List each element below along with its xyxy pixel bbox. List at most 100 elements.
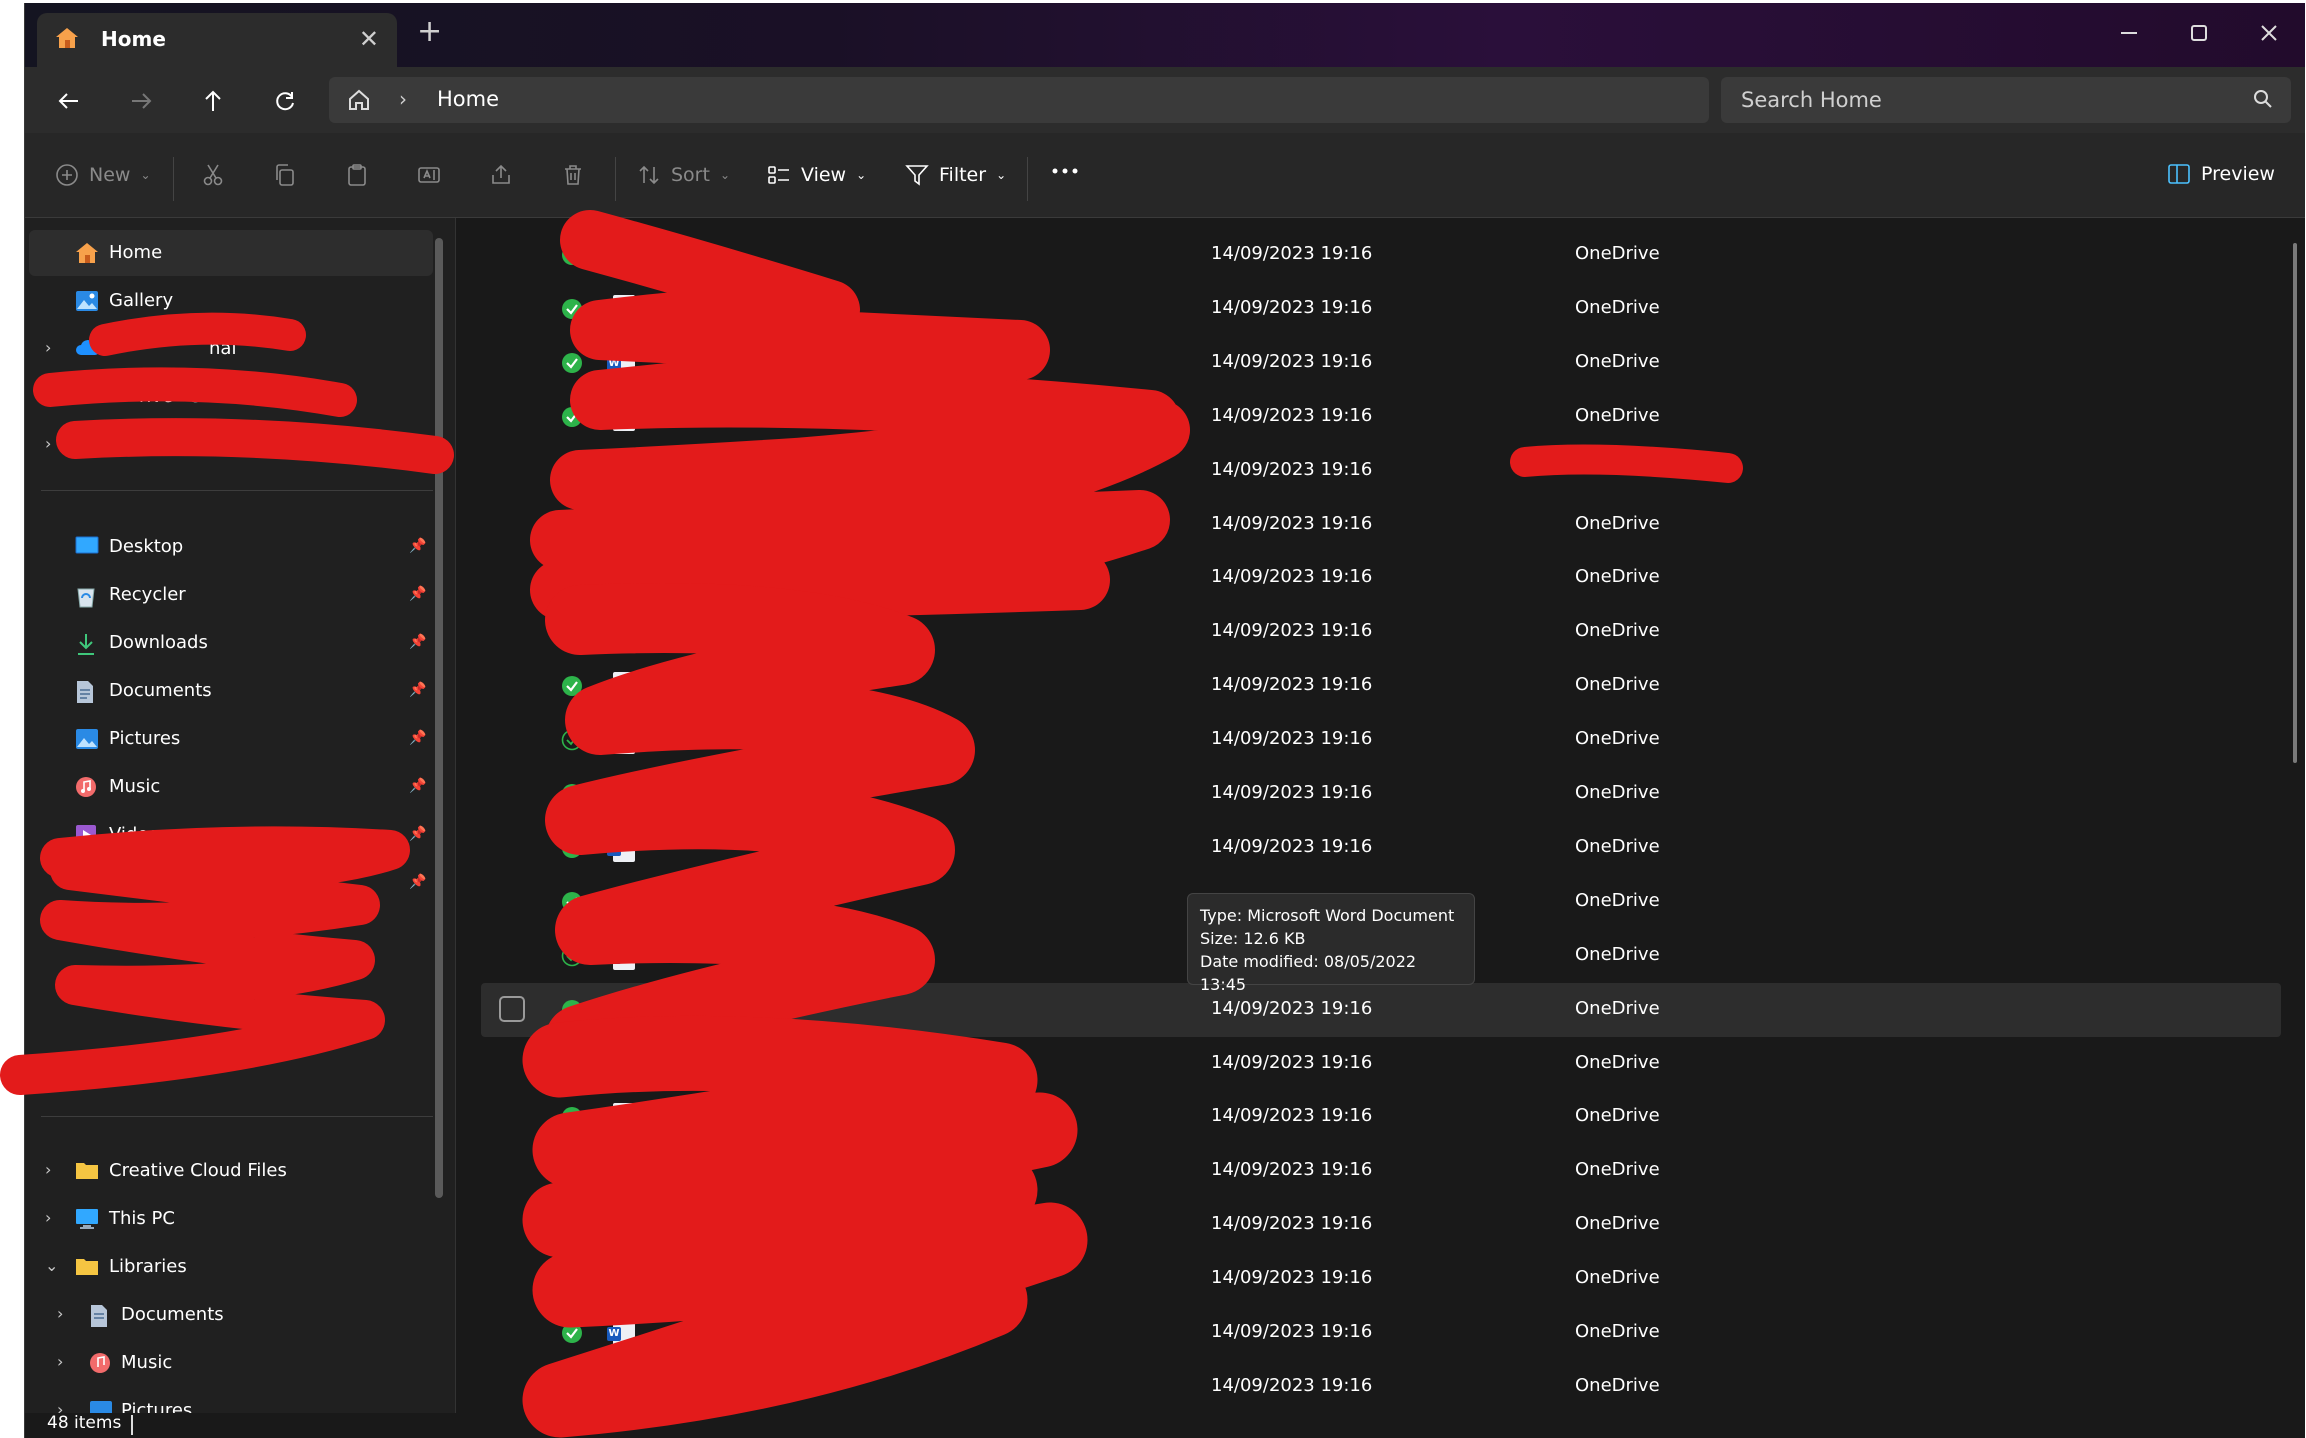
- pin-icon[interactable]: 📌: [409, 826, 426, 842]
- close-tab-icon[interactable]: ✕: [359, 25, 379, 53]
- table-row[interactable]: W 14/09/2023 19:16 OneDrive: [481, 659, 2281, 713]
- toolbar-divider: [1027, 157, 1028, 201]
- date-modified: 14/09/2023 19:16: [1211, 728, 1373, 750]
- table-row[interactable]: W 14/09/2023 19:16 OneDrive: [481, 767, 2281, 821]
- sidebar-item-onedrive-school[interactable]: rive - stu.suda.ed: [29, 374, 433, 420]
- sidebar-item-lib-documents[interactable]: › Documents: [29, 1292, 433, 1338]
- chevron-right-icon[interactable]: ›: [45, 1208, 51, 1227]
- pin-icon[interactable]: 📌: [409, 778, 426, 794]
- file-location: OneDrive: [1575, 512, 1660, 534]
- sidebar-item-libraries[interactable]: ⌄ Libraries: [29, 1244, 433, 1290]
- sidebar-item-creative-cloud[interactable]: › Creative Cloud Files: [29, 1148, 433, 1194]
- table-row[interactable]: W 14/09/2023 19:16 OneDrive: [481, 713, 2281, 767]
- maximize-button[interactable]: [2179, 15, 2219, 51]
- copy-button[interactable]: [273, 163, 297, 187]
- music-icon: [89, 1352, 113, 1374]
- pin-icon[interactable]: 📌: [409, 538, 426, 554]
- sidebar-item-pictures[interactable]: Pictures 📌: [29, 716, 433, 762]
- table-row[interactable]: W 14/09/2023 19:16: [481, 444, 2281, 498]
- sidebar-item-music[interactable]: Music 📌: [29, 764, 433, 810]
- word-file-icon: W: [607, 1319, 635, 1347]
- table-row[interactable]: W 14/09/2023 19:16 OneDrive: [481, 282, 2281, 336]
- file-list-scrollbar[interactable]: [2293, 243, 2297, 763]
- chevron-right-icon[interactable]: ›: [45, 338, 51, 357]
- pin-icon[interactable]: 📌: [409, 634, 426, 650]
- delete-button[interactable]: [561, 163, 585, 187]
- pin-icon[interactable]: 📌: [409, 682, 426, 698]
- new-button[interactable]: New ⌄: [55, 163, 151, 187]
- sidebar-item-home[interactable]: Home: [29, 230, 433, 276]
- table-row[interactable]: W 14/09/2023 19:16 OneDrive: [481, 390, 2281, 444]
- sidebar-item-lib-music[interactable]: › Music: [29, 1340, 433, 1386]
- chevron-down-icon[interactable]: ⌄: [45, 1256, 58, 1275]
- sidebar-item-downloads[interactable]: Downloads 📌: [29, 620, 433, 666]
- new-tab-button[interactable]: +: [417, 17, 442, 47]
- close-window-button[interactable]: [2249, 15, 2289, 51]
- sidebar-item-desktop[interactable]: Desktop 📌: [29, 524, 433, 570]
- up-button[interactable]: [197, 85, 229, 117]
- sidebar-item-documents[interactable]: Documents 📌: [29, 668, 433, 714]
- home-icon[interactable]: [347, 88, 371, 116]
- chevron-right-icon[interactable]: ›: [45, 1160, 51, 1179]
- table-row[interactable]: P 14/09/2023 19:16 OneDrive: [481, 1144, 2281, 1198]
- file-location: OneDrive: [1575, 1321, 1660, 1342]
- view-button[interactable]: View ⌄: [767, 163, 866, 187]
- sidebar-item-onedrive[interactable]: › nal: [29, 326, 433, 372]
- rename-button[interactable]: [417, 163, 441, 187]
- address-bar[interactable]: › Home: [329, 77, 1709, 123]
- table-row[interactable]: W 14/09/2023 19:16 OneDrive: [481, 336, 2281, 390]
- table-row[interactable]: W 14/09/2023 19:16 OneDrive: [481, 551, 2281, 605]
- chevron-right-icon[interactable]: ›: [57, 1304, 63, 1323]
- sidebar-item-folder[interactable]: [29, 956, 433, 1002]
- table-row[interactable]: Wx 14/09/2023 19:16 OneDrive: [481, 228, 2281, 282]
- pin-icon[interactable]: 📌: [409, 586, 426, 602]
- cut-button[interactable]: [201, 163, 225, 187]
- table-row[interactable]: W 14/09/2023 19:16 OneDrive: [481, 1360, 2281, 1413]
- pin-icon[interactable]: 📌: [409, 874, 426, 890]
- table-row[interactable]: W 14/09/2023 19:16 OneDrive: [481, 1252, 2281, 1306]
- more-options-button[interactable]: [1051, 167, 1079, 175]
- sidebar-item-sharepoint[interactable]: › o Sh: [29, 422, 433, 468]
- sidebar-item-recycler[interactable]: Recycler 📌: [29, 572, 433, 618]
- table-row[interactable]: W 14/09/2023 19:16 OneDrive: [481, 1306, 2281, 1360]
- sidebar-item-gallery[interactable]: Gallery: [29, 278, 433, 324]
- table-row[interactable]: W 14/09/2023 19:16 OneDrive: [481, 498, 2281, 552]
- sidebar-item-this-pc[interactable]: › This PC: [29, 1196, 433, 1242]
- table-row[interactable]: W 14/09/2023 19:16 OneDrive: [481, 1198, 2281, 1252]
- word-file-icon: W: [607, 402, 635, 431]
- sidebar-item-videos[interactable]: Videos 📌: [29, 812, 433, 858]
- table-row[interactable]: W 14/09/2023 19:16 OneDrive: [481, 1037, 2281, 1091]
- breadcrumb-home[interactable]: Home: [437, 87, 499, 111]
- search-icon[interactable]: [2253, 89, 2273, 113]
- forward-button[interactable]: [125, 85, 157, 117]
- filter-button[interactable]: Filter ⌄: [905, 163, 1006, 187]
- table-row[interactable]: W 14/09/2023 19:16 OneDrive: [481, 1090, 2281, 1144]
- pin-icon[interactable]: 📌: [409, 730, 426, 746]
- preview-button[interactable]: Preview: [2167, 163, 2275, 185]
- table-row[interactable]: W 14/09/2023 19:16 OneDrive: [481, 605, 2281, 659]
- search-input[interactable]: Search Home: [1741, 88, 1882, 112]
- pane-divider[interactable]: [455, 218, 456, 1413]
- sidebar-item-lib-pictures[interactable]: › Pictures: [29, 1388, 433, 1413]
- file-location: OneDrive: [1575, 1213, 1660, 1235]
- tab-home[interactable]: Home ✕: [37, 13, 397, 67]
- chevron-right-icon[interactable]: ›: [57, 1400, 63, 1413]
- chevron-right-icon[interactable]: ›: [45, 434, 51, 453]
- table-row[interactable]: W 14/09/2023 19:16 OneDrive: [481, 821, 2281, 875]
- sidebar-scrollbar[interactable]: [435, 238, 443, 1198]
- paste-button[interactable]: [345, 163, 369, 187]
- sort-button[interactable]: Sort ⌄: [637, 163, 730, 187]
- share-button[interactable]: [489, 163, 513, 187]
- refresh-button[interactable]: [269, 85, 301, 117]
- folder-icon: [75, 968, 99, 990]
- row-checkbox[interactable]: [499, 995, 525, 1022]
- back-button[interactable]: [53, 85, 85, 117]
- chevron-right-icon[interactable]: ›: [399, 87, 407, 111]
- search-box[interactable]: Search Home: [1721, 77, 2291, 123]
- chevron-right-icon[interactable]: ›: [57, 1352, 63, 1371]
- sidebar-item-pinned-folder[interactable]: kumenti 📌: [29, 860, 433, 906]
- navigation-pane: Home Gallery › nal rive - stu.suda.ed › …: [25, 218, 455, 1413]
- computer-icon: [75, 1208, 99, 1230]
- minimize-button[interactable]: [2109, 15, 2149, 51]
- sidebar-item-label: Pictures: [121, 1400, 193, 1413]
